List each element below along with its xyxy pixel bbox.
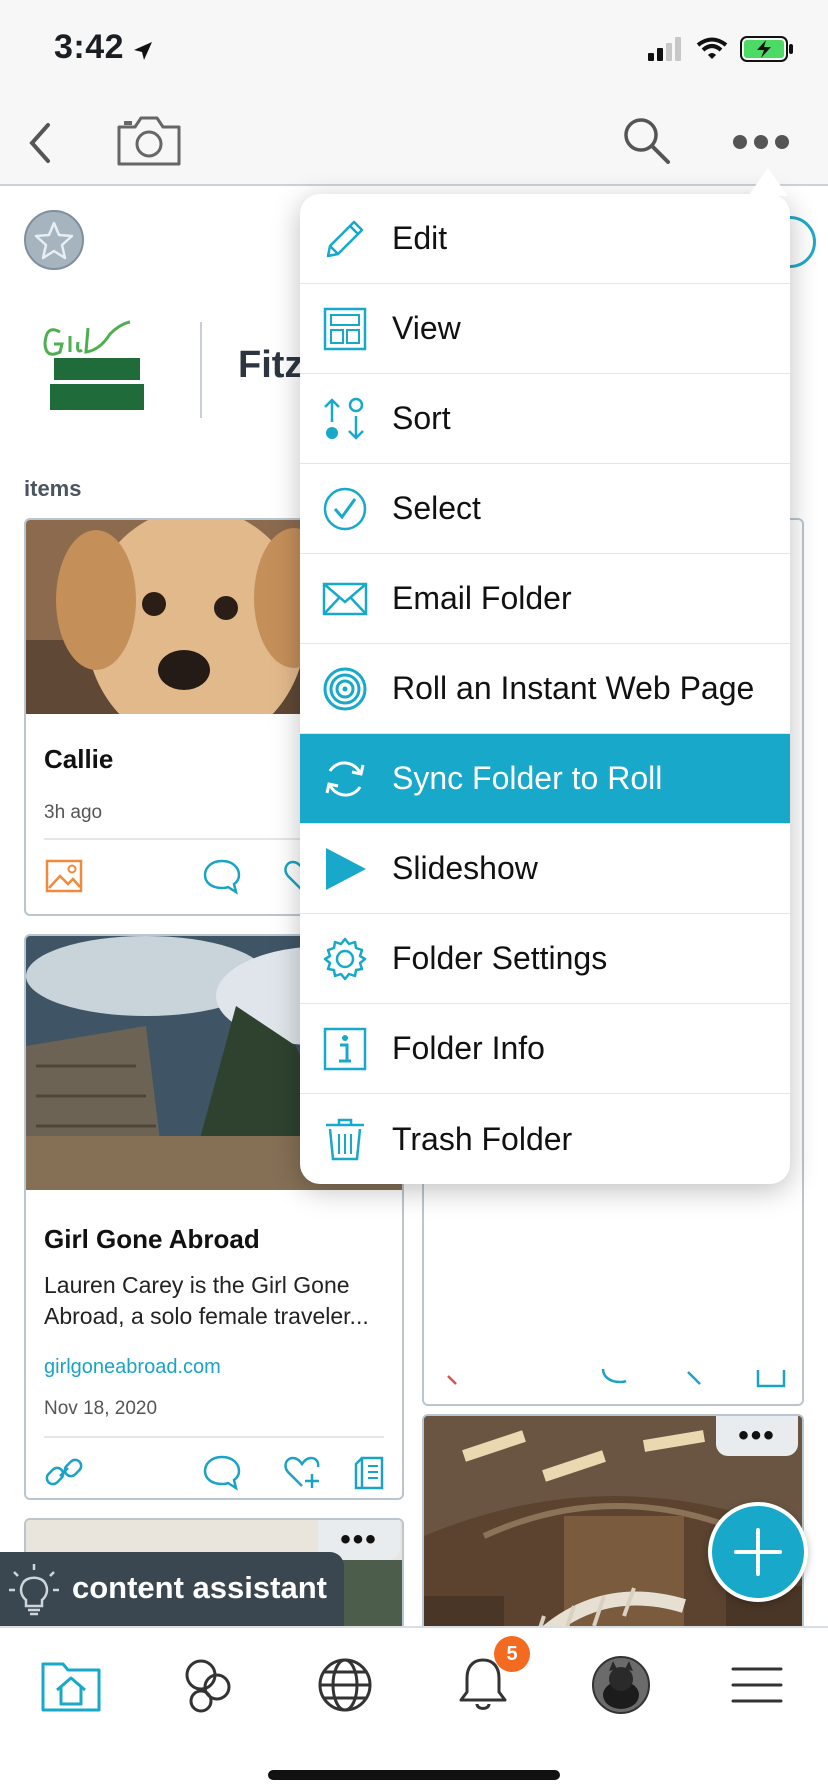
card-description: Lauren Carey is the Girl Gone Abroad, a … [44,1272,369,1329]
menu-item-label: Sync Folder to Roll [392,760,663,796]
star-icon [34,221,74,260]
add-item-button[interactable] [708,1502,808,1602]
check-circle-icon [323,487,367,531]
sort-icon [324,397,364,440]
menu-item-label: Trash Folder [392,1120,573,1157]
tab-web[interactable] [310,1650,380,1720]
bottom-tab-bar: 5 [0,1626,828,1792]
hamburger-icon [731,1667,783,1703]
back-button[interactable] [18,118,62,168]
status-icons [648,36,794,62]
logo-divider [200,322,202,418]
trash-icon [326,1118,364,1161]
menu-caret [748,168,788,196]
globe-icon [318,1658,372,1712]
menu-item-label: Roll an Instant Web Page [392,670,755,706]
layout-icon [323,307,367,351]
items-label: items [24,476,82,501]
signal-icon [648,37,681,61]
image-icon[interactable] [44,856,84,896]
lightbulb-icon [9,1564,59,1616]
folder-options-menu: Edit View Sort Select Email Folder Roll … [300,194,790,1184]
menu-item-folder-info[interactable]: Folder Info [300,1004,790,1094]
comment-icon[interactable] [202,856,242,896]
top-nav [0,100,828,186]
gear-icon [323,937,367,981]
page-icon[interactable] [750,1350,790,1390]
battery-charging-icon [740,36,793,62]
wifi-icon [696,37,728,59]
menu-item-slideshow[interactable]: Slideshow [300,824,790,914]
menu-item-label: View [392,310,461,346]
menu-item-roll-web-page[interactable]: Roll an Instant Web Page [300,644,790,734]
menu-item-label: Slideshow [392,850,538,886]
circles-icon [185,1659,231,1713]
status-time: 3:42 [54,28,125,66]
camera-button[interactable] [114,110,184,170]
search-icon [624,118,670,164]
menu-item-view[interactable]: View [300,284,790,374]
card-title: Girl Gone Abroad [44,1224,260,1254]
content-assistant-button[interactable]: content assistant [0,1552,344,1626]
heart-add-icon[interactable] [282,1452,322,1492]
girl-gone-abroad-logo [43,320,144,410]
link-icon[interactable] [442,1350,482,1390]
link-icon[interactable] [44,1452,84,1492]
folder-title: Fitz [238,344,304,386]
card-title: Callie [44,744,114,774]
menu-item-sort[interactable]: Sort [300,374,790,464]
avatar [592,1656,650,1714]
menu-item-label: Folder Info [392,1030,545,1066]
chevron-left-icon [29,123,50,163]
menu-item-label: Edit [392,220,448,256]
menu-item-email-folder[interactable]: Email Folder [300,554,790,644]
notifications-badge: 5 [494,1636,530,1672]
page-icon[interactable] [352,1452,392,1492]
play-icon [326,848,366,890]
camera-icon [117,116,181,166]
menu-item-label: Select [392,490,481,526]
menu-item-sync-folder[interactable]: Sync Folder to Roll [300,734,790,824]
card-actions [26,1444,402,1498]
assistant-label: content assistant [72,1570,327,1605]
menu-item-label: Sort [392,400,451,436]
location-arrow-icon [134,42,152,60]
menu-item-label: Email Folder [392,580,572,616]
menu-item-edit[interactable]: Edit [300,194,790,284]
spiral-icon [323,667,367,711]
card-date: Nov 18, 2020 [44,1398,158,1419]
more-options-button[interactable] [726,122,796,162]
card-separator [44,1436,384,1438]
menu-item-select[interactable]: Select [300,464,790,554]
favorite-button[interactable] [24,210,84,270]
tab-home[interactable] [36,1650,106,1720]
menu-item-trash-folder[interactable]: Trash Folder [300,1094,790,1184]
card-more-button[interactable]: ••• [716,1416,798,1456]
tab-menu[interactable] [722,1650,792,1720]
ellipsis-icon [733,135,789,149]
comment-icon[interactable] [202,1452,242,1492]
sync-icon [325,761,365,797]
menu-item-label: Folder Settings [392,940,608,976]
tab-circles[interactable] [172,1650,242,1720]
envelope-icon [322,582,368,616]
pencil-icon [326,220,364,258]
plus-icon [734,1528,782,1576]
tab-profile[interactable] [586,1650,656,1720]
menu-item-folder-settings[interactable]: Folder Settings [300,914,790,1004]
search-button[interactable] [620,112,672,168]
status-bar: 3:42 [0,0,828,100]
info-icon [323,1027,367,1071]
comment-icon[interactable] [600,1350,640,1390]
card-link[interactable]: girlgoneabroad.com [44,1356,221,1379]
home-indicator [268,1770,560,1780]
card-time: 3h ago [44,802,103,823]
home-folder-icon [41,1662,101,1712]
heart-add-icon[interactable] [680,1350,720,1390]
